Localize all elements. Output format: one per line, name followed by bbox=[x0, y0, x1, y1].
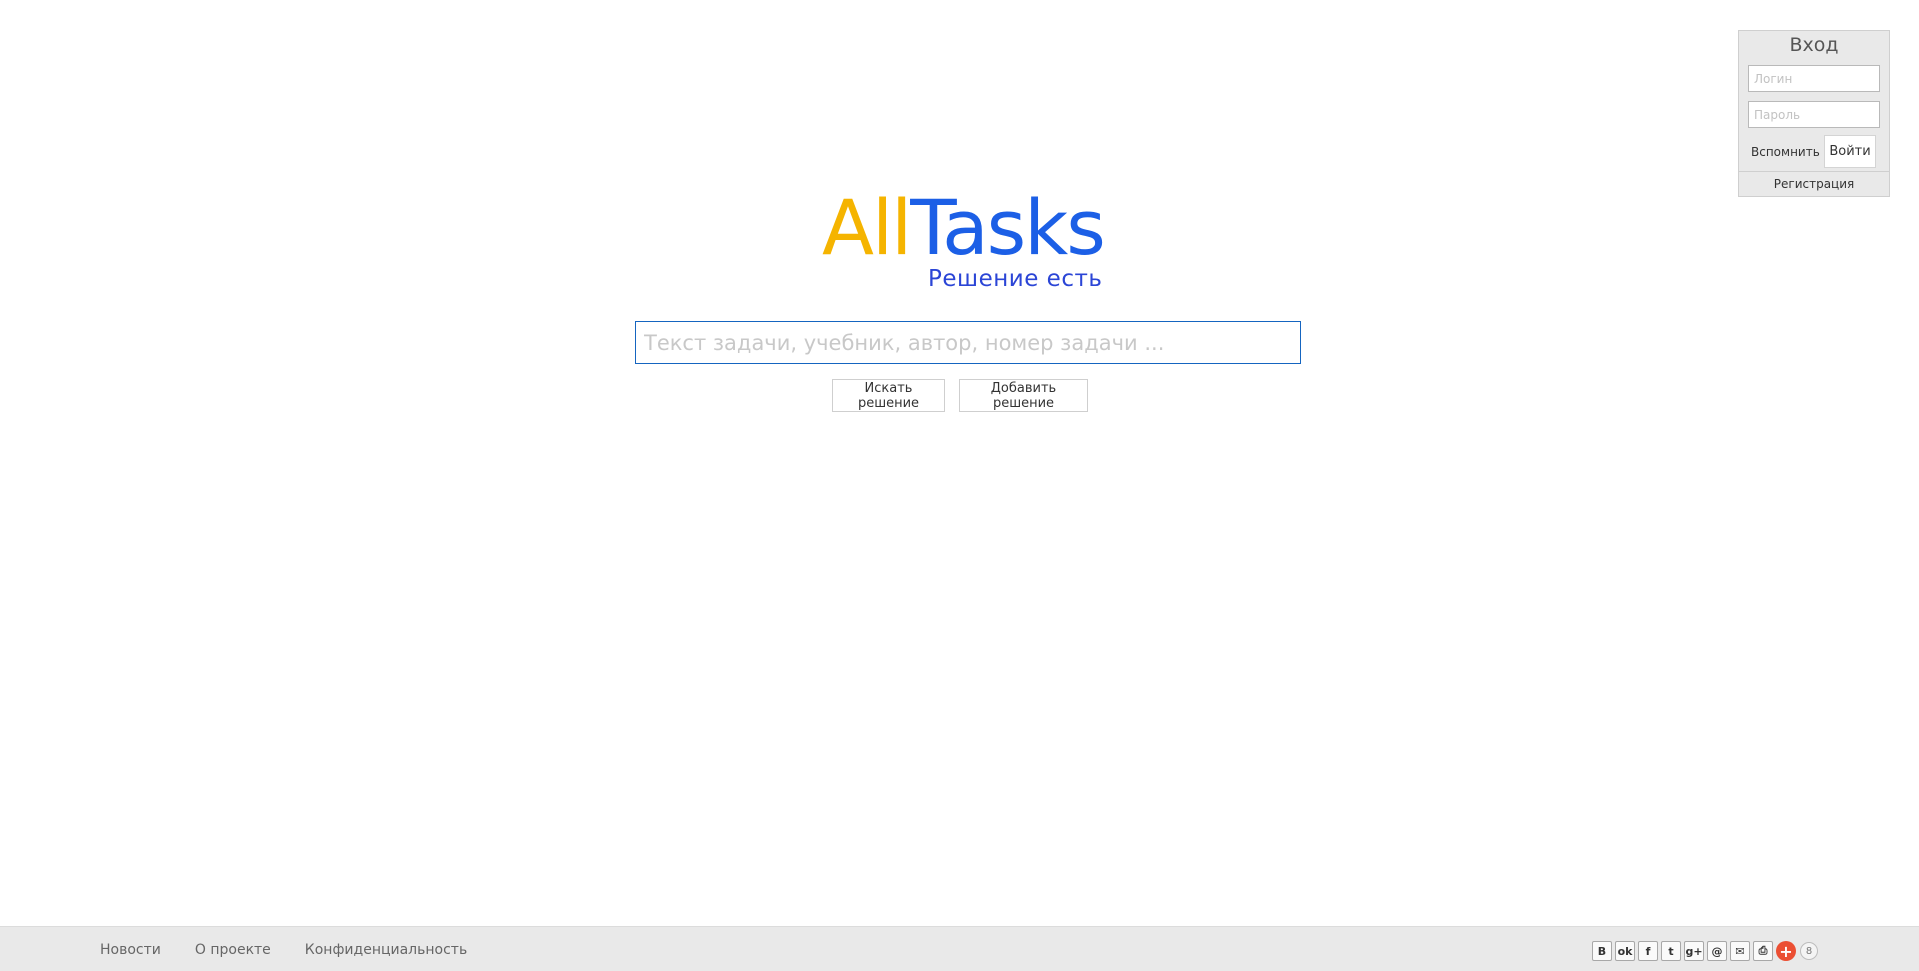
search-button[interactable]: Искать решение bbox=[832, 379, 945, 412]
logo-wordmark: AllTasks bbox=[822, 183, 1106, 272]
site-logo: AllTasks Решение есть bbox=[822, 183, 1106, 296]
logo-part-tasks: Tasks bbox=[910, 183, 1106, 272]
share-buttons: B ok f t g+ @ ✉ ⎙ + 8 bbox=[1592, 941, 1818, 961]
login-panel: Вход Вспомнить Войти Регистрация bbox=[1738, 30, 1890, 197]
logo-tagline: Решение есть bbox=[928, 266, 1103, 292]
logo-part-all: All bbox=[822, 183, 912, 272]
register-link[interactable]: Регистрация bbox=[1739, 171, 1889, 196]
email-icon[interactable]: ✉ bbox=[1730, 941, 1750, 961]
footer-link-news[interactable]: Новости bbox=[100, 942, 161, 958]
footer-link-privacy[interactable]: Конфиденциальность bbox=[305, 942, 467, 958]
print-icon[interactable]: ⎙ bbox=[1753, 941, 1773, 961]
login-actions: Вспомнить Войти bbox=[1739, 134, 1889, 169]
search-input[interactable] bbox=[635, 321, 1301, 364]
login-input[interactable] bbox=[1748, 65, 1880, 92]
remind-password-link[interactable]: Вспомнить bbox=[1751, 145, 1821, 159]
google-plus-icon[interactable]: g+ bbox=[1684, 941, 1704, 961]
mail-ru-icon[interactable]: @ bbox=[1707, 941, 1727, 961]
footer: Новости О проекте Конфиденциальность B o… bbox=[0, 926, 1919, 971]
share-count: 8 bbox=[1800, 942, 1818, 960]
login-title: Вход bbox=[1789, 34, 1839, 56]
page: Вход Вспомнить Войти Регистрация AllTask… bbox=[0, 0, 1919, 971]
vk-icon[interactable]: B bbox=[1592, 941, 1612, 961]
password-input[interactable] bbox=[1748, 101, 1880, 128]
share-more-icon[interactable]: + bbox=[1776, 941, 1796, 961]
odnoklassniki-icon[interactable]: ok bbox=[1615, 941, 1635, 961]
footer-nav: Новости О проекте Конфиденциальность bbox=[100, 927, 501, 971]
twitter-icon[interactable]: t bbox=[1661, 941, 1681, 961]
footer-link-about[interactable]: О проекте bbox=[195, 942, 271, 958]
login-button[interactable]: Войти bbox=[1824, 135, 1876, 168]
add-solution-button[interactable]: Добавить решение bbox=[959, 379, 1088, 412]
facebook-icon[interactable]: f bbox=[1638, 941, 1658, 961]
